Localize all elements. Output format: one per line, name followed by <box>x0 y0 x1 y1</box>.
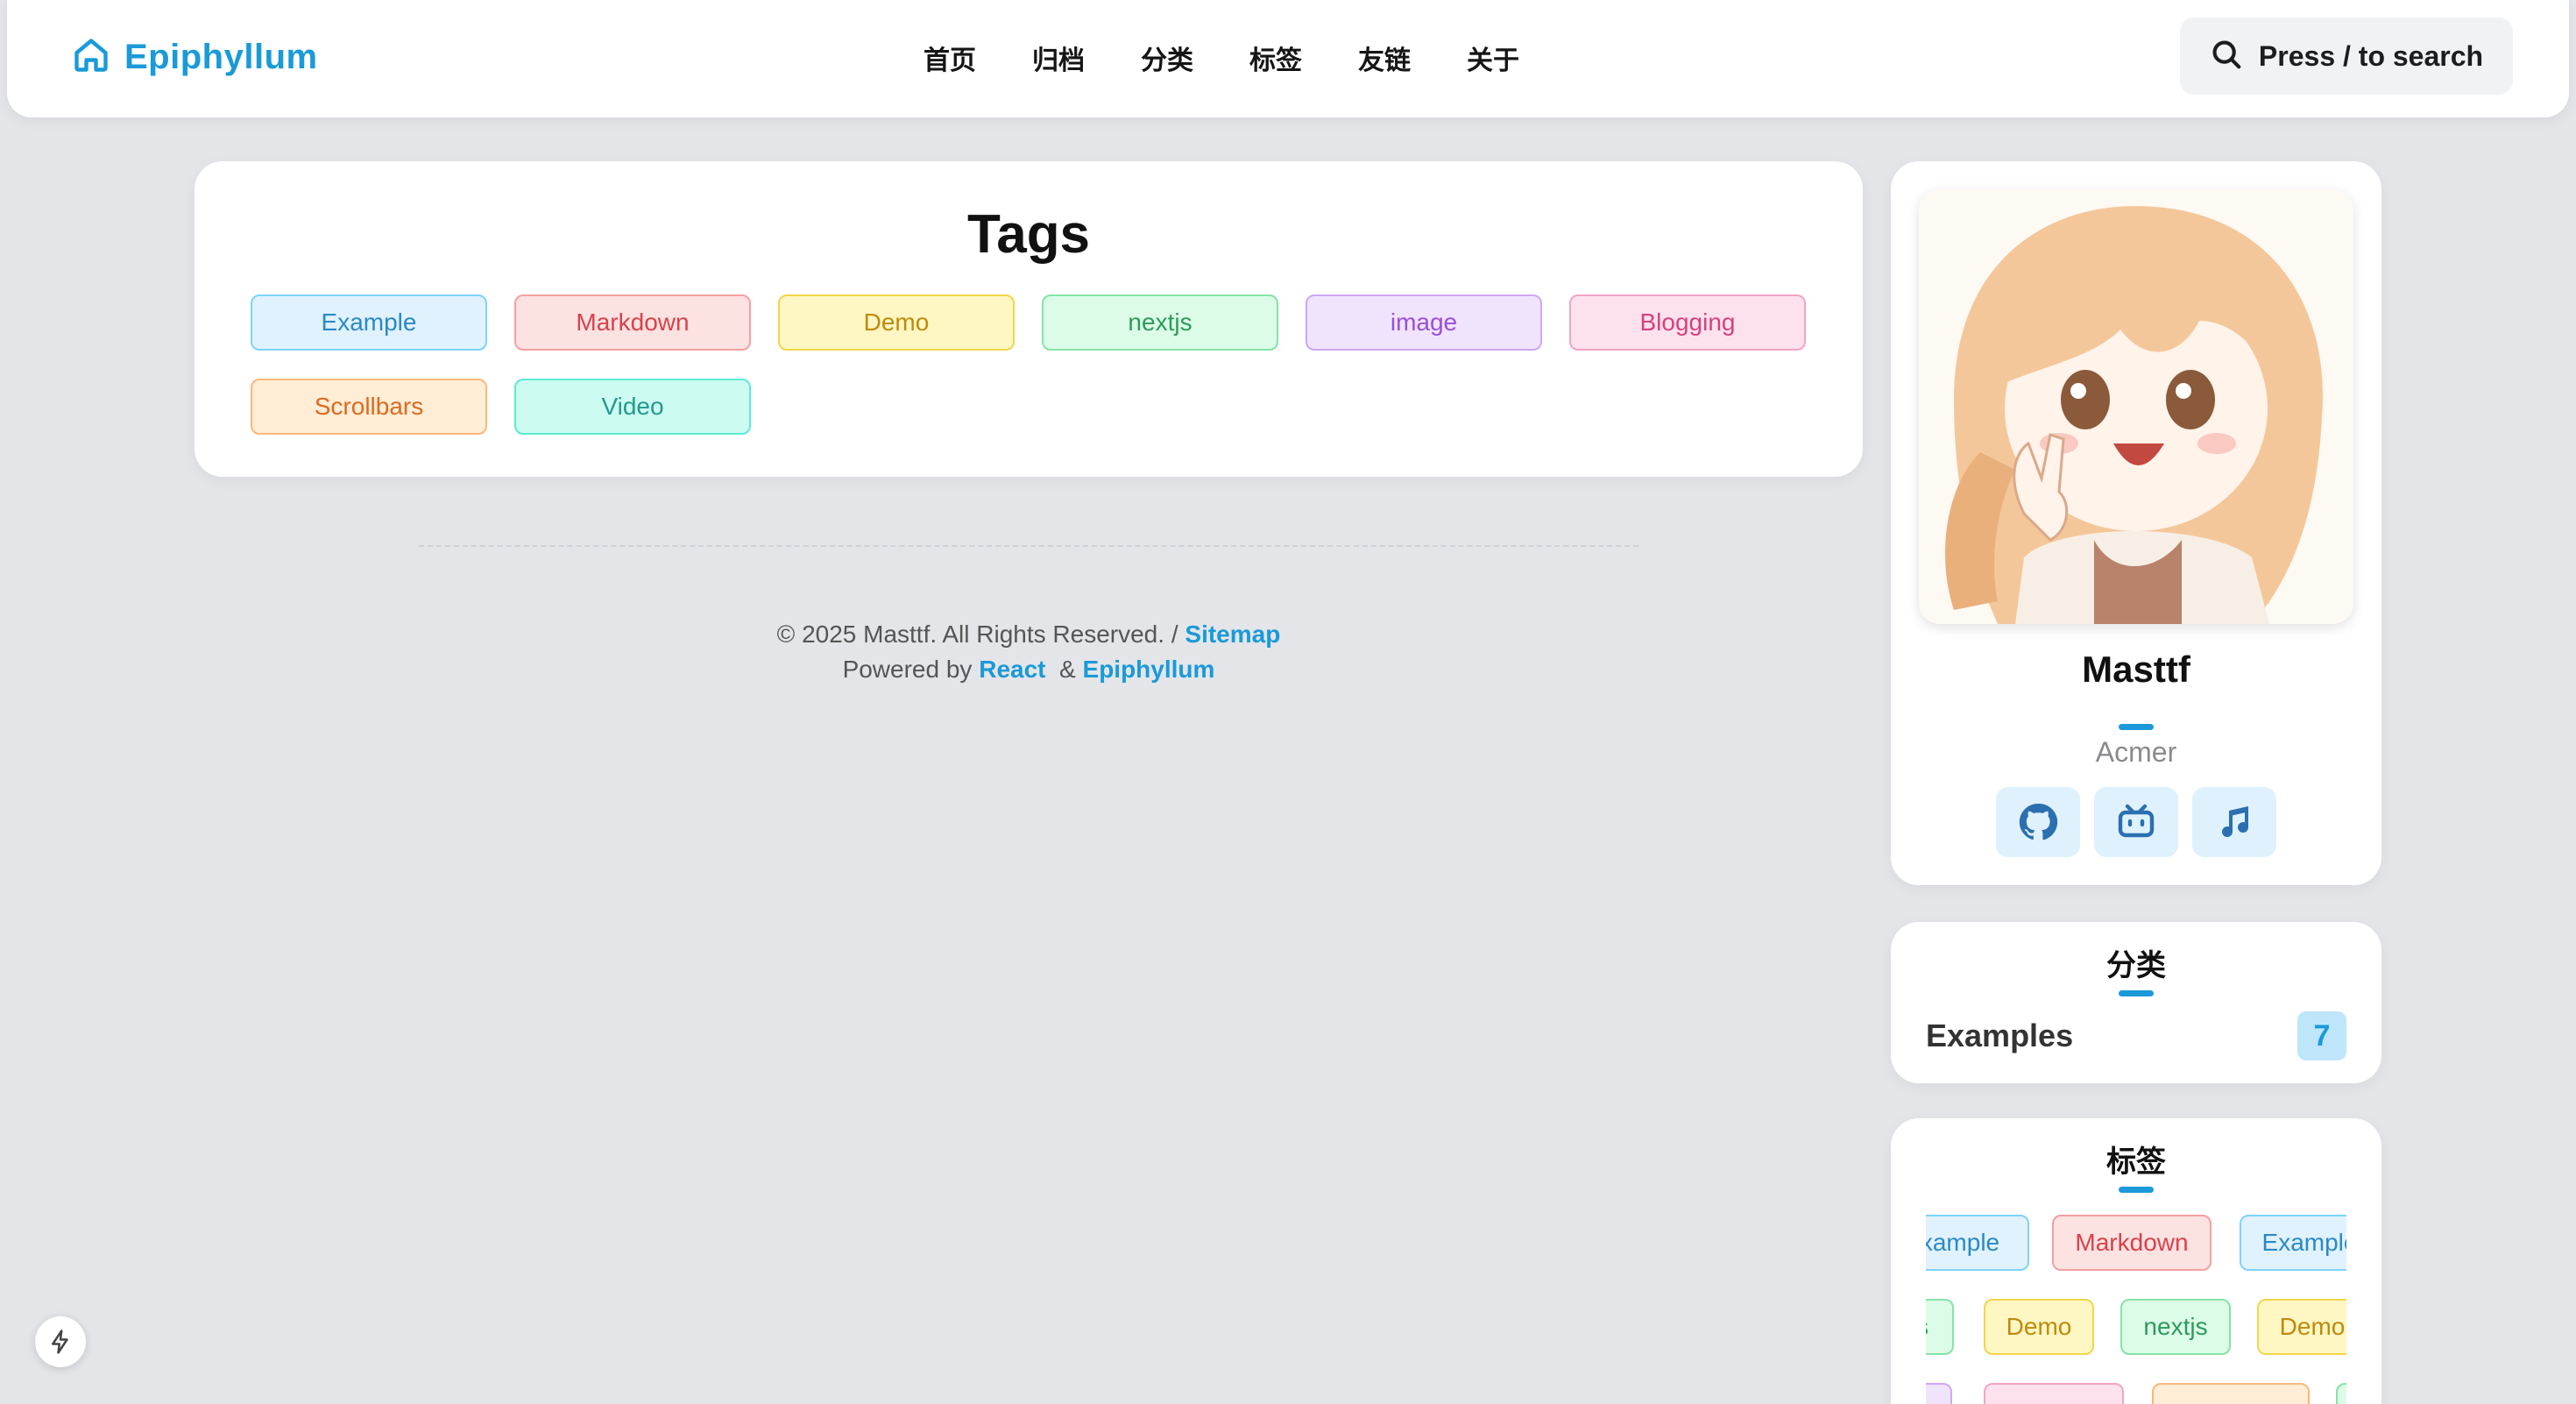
tag-list: Example Markdown Demo nextjs image Blogg… <box>251 294 1828 435</box>
brand-name: Epiphyllum <box>124 37 318 76</box>
footer: © 2025 Masttf. All Rights Reserved. / Si… <box>195 617 1863 687</box>
copyright-line: © 2025 Masttf. All Rights Reserved. / Si… <box>195 617 1863 652</box>
category-item[interactable]: Examples 7 <box>1926 1011 2346 1060</box>
github-icon <box>2019 803 2058 840</box>
search-icon <box>2210 38 2243 75</box>
name-underline <box>2119 724 2154 730</box>
page: Epiphyllum 首页 归档 分类 标签 友链 关于 Press / to … <box>0 0 2576 1404</box>
tag-chip[interactable]: Video <box>514 379 751 435</box>
tags-card: Tags Example Markdown Demo nextjs image … <box>195 161 1863 477</box>
profile-role: Acmer <box>2095 736 2177 768</box>
avatar-illustration <box>1919 189 2353 624</box>
nav-home[interactable]: 首页 <box>924 39 976 77</box>
categories-underline <box>2119 990 2154 996</box>
tag-cloud-underline <box>2119 1187 2154 1193</box>
tag-chip[interactable]: Blogging <box>1569 294 1806 351</box>
tag-chip[interactable]: nextjs <box>2120 1299 2231 1355</box>
tag-chip[interactable] <box>1984 1383 2124 1404</box>
brand-link[interactable]: Epiphyllum <box>72 30 318 84</box>
tag-chip[interactable]: image <box>1306 294 1542 351</box>
nav-categories[interactable]: 分类 <box>1141 39 1193 77</box>
tag-chip[interactable]: s <box>1926 1299 1954 1355</box>
tag-cloud-marquee: xample Markdown Example s Demo nextjs De… <box>1926 1215 2346 1404</box>
tag-chip[interactable]: Scrollbars <box>251 379 487 435</box>
categories-title: 分类 <box>2106 948 2166 983</box>
tag-chip[interactable] <box>2152 1383 2310 1404</box>
nav-about[interactable]: 关于 <box>1467 39 1519 77</box>
tag-chip[interactable] <box>1926 1383 1952 1404</box>
tag-cloud-row: xample Markdown Example <box>1926 1215 2346 1271</box>
profile-card: Masttf Acmer <box>1891 161 2381 885</box>
github-button[interactable] <box>1996 787 2080 857</box>
search-button[interactable]: Press / to search <box>2180 18 2513 95</box>
music-icon <box>2222 806 2249 838</box>
avatar <box>1919 189 2353 624</box>
lightning-icon <box>52 1330 68 1354</box>
bilibili-icon <box>2118 804 2155 838</box>
tag-cloud-card: 标签 xample Markdown Example s Demo nextjs… <box>1891 1118 2381 1404</box>
copyright-text: © 2025 Masttf. All Rights Reserved. / <box>776 620 1178 648</box>
tag-chip[interactable]: Demo <box>778 294 1015 351</box>
main-nav: 首页 归档 分类 标签 友链 关于 <box>924 32 1519 84</box>
tag-chip[interactable]: Markdown <box>2052 1215 2212 1271</box>
tag-chip[interactable]: Demo <box>1984 1299 2094 1355</box>
tag-chip[interactable]: Example <box>251 294 487 351</box>
react-link[interactable]: React <box>979 656 1045 683</box>
nav-tags[interactable]: 标签 <box>1249 39 1302 77</box>
social-links <box>1996 787 2276 857</box>
nav-archive[interactable]: 归档 <box>1032 39 1085 77</box>
powered-line: Powered by React & Epiphyllum <box>195 652 1863 687</box>
bilibili-button[interactable] <box>2094 787 2178 857</box>
powered-text: Powered by <box>842 656 973 683</box>
page-title: Tags <box>966 204 1091 265</box>
search-label: Press / to search <box>2258 39 2484 72</box>
epiphyllum-link[interactable]: Epiphyllum <box>1083 656 1215 683</box>
nav-friends[interactable]: 友链 <box>1358 39 1411 77</box>
performance-toggle-button[interactable] <box>35 1316 86 1367</box>
tag-cloud-title: 标签 <box>2106 1145 2166 1180</box>
category-name: Examples <box>1926 1018 2074 1053</box>
tag-chip[interactable]: Markdown <box>514 294 751 351</box>
top-navbar: Epiphyllum 首页 归档 分类 标签 友链 关于 Press / to … <box>7 0 2569 117</box>
tag-chip[interactable]: nextjs <box>1042 294 1278 351</box>
tag-cloud-row <box>1926 1383 2346 1404</box>
categories-card: 分类 Examples 7 <box>1891 922 2381 1083</box>
category-count: 7 <box>2297 1011 2346 1060</box>
sitemap-link[interactable]: Sitemap <box>1185 620 1280 648</box>
tag-chip[interactable]: Demo <box>2257 1299 2346 1355</box>
tag-chip[interactable]: Example <box>2240 1215 2346 1271</box>
tag-chip[interactable] <box>2336 1383 2346 1404</box>
profile-name: Masttf <box>2082 649 2190 690</box>
tag-chip[interactable]: xample <box>1926 1215 2029 1271</box>
home-icon <box>72 36 110 79</box>
amp-text: & <box>1059 656 1076 683</box>
footer-divider <box>419 545 1638 547</box>
music-button[interactable] <box>2192 787 2276 857</box>
tag-cloud-row: s Demo nextjs Demo <box>1926 1299 2346 1355</box>
